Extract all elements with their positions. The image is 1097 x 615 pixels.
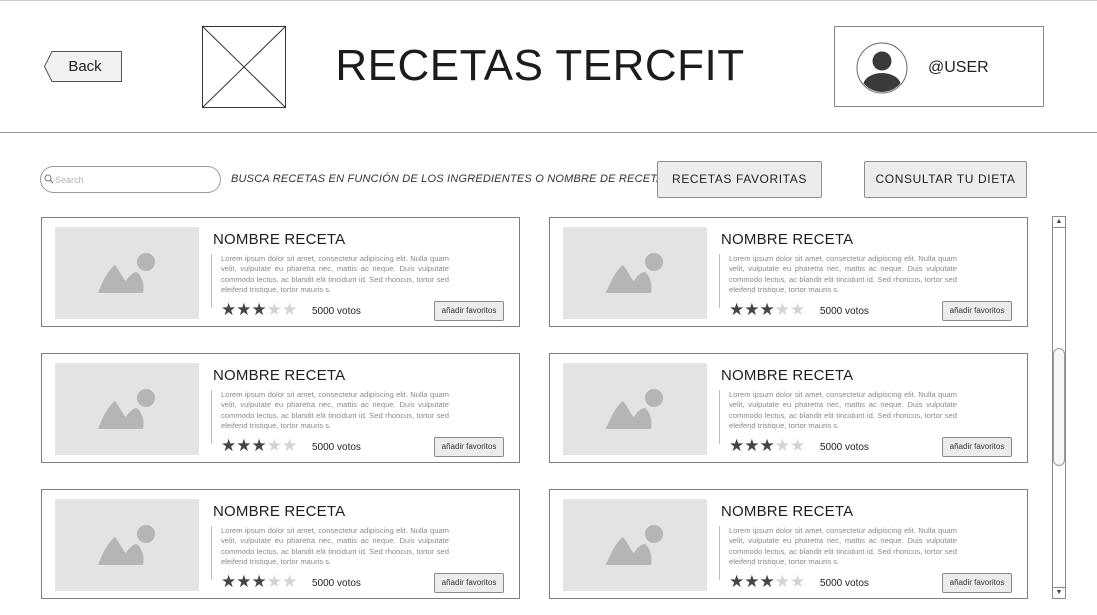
- rating-stars[interactable]: ★★★★★: [221, 301, 297, 318]
- vote-count: 5000 votos: [820, 306, 869, 317]
- rating-stars[interactable]: ★★★★★: [729, 301, 805, 318]
- star-icon[interactable]: ★: [744, 436, 759, 455]
- recipe-name: NOMBRE RECETA: [213, 367, 346, 384]
- star-icon[interactable]: ★: [236, 300, 251, 319]
- search-field[interactable]: [40, 166, 221, 193]
- recipe-name: NOMBRE RECETA: [721, 367, 854, 384]
- star-icon[interactable]: ★: [282, 436, 297, 455]
- rating-stars[interactable]: ★★★★★: [221, 573, 297, 590]
- image-placeholder-icon: [55, 499, 199, 591]
- rating-stars[interactable]: ★★★★★: [729, 573, 805, 590]
- page-title: RECETAS TERCFIT: [335, 41, 745, 90]
- scroll-down-icon[interactable]: ▼: [1053, 587, 1065, 598]
- add-favorite-button[interactable]: añadir favoritos: [434, 301, 504, 321]
- star-icon[interactable]: ★: [744, 300, 759, 319]
- star-icon[interactable]: ★: [221, 300, 236, 319]
- image-placeholder-icon: [563, 499, 707, 591]
- star-icon[interactable]: ★: [221, 436, 236, 455]
- recipe-name: NOMBRE RECETA: [721, 503, 854, 520]
- star-icon[interactable]: ★: [252, 436, 267, 455]
- check-diet-button[interactable]: CONSULTAR TU DIETA: [864, 161, 1027, 198]
- add-favorite-button[interactable]: añadir favoritos: [434, 437, 504, 457]
- star-icon[interactable]: ★: [282, 572, 297, 591]
- star-icon[interactable]: ★: [790, 572, 805, 591]
- star-icon[interactable]: ★: [267, 436, 282, 455]
- star-icon[interactable]: ★: [267, 300, 282, 319]
- add-favorite-button[interactable]: añadir favoritos: [942, 437, 1012, 457]
- add-favorite-button[interactable]: añadir favoritos: [942, 573, 1012, 593]
- user-profile[interactable]: @USER: [834, 26, 1044, 107]
- star-icon[interactable]: ★: [252, 572, 267, 591]
- image-placeholder-icon: [563, 363, 707, 455]
- star-icon[interactable]: ★: [760, 300, 775, 319]
- recipe-card[interactable]: NOMBRE RECETA Lorem ipsum dolor sit amet,…: [549, 217, 1028, 327]
- username: @USER: [928, 59, 989, 76]
- star-icon[interactable]: ★: [775, 436, 790, 455]
- recipe-card[interactable]: NOMBRE RECETA Lorem ipsum dolor sit amet,…: [41, 217, 520, 327]
- vote-count: 5000 votos: [312, 306, 361, 317]
- recipe-card[interactable]: NOMBRE RECETA Lorem ipsum dolor sit amet,…: [41, 353, 520, 463]
- rating-stars[interactable]: ★★★★★: [221, 437, 297, 454]
- star-icon[interactable]: ★: [729, 572, 744, 591]
- recipe-card[interactable]: NOMBRE RECETA Lorem ipsum dolor sit amet,…: [549, 489, 1028, 599]
- recipe-name: NOMBRE RECETA: [213, 503, 346, 520]
- add-favorite-button[interactable]: añadir favoritos: [434, 573, 504, 593]
- back-button-label: Back: [68, 58, 102, 75]
- back-button[interactable]: Back: [44, 51, 122, 82]
- star-icon[interactable]: ★: [744, 572, 759, 591]
- vote-count: 5000 votos: [312, 442, 361, 453]
- recipe-name: NOMBRE RECETA: [721, 231, 854, 248]
- star-icon[interactable]: ★: [790, 436, 805, 455]
- favorite-recipes-button[interactable]: RECETAS FAVORITAS: [657, 161, 822, 198]
- star-icon[interactable]: ★: [775, 300, 790, 319]
- star-icon[interactable]: ★: [760, 572, 775, 591]
- vote-count: 5000 votos: [820, 442, 869, 453]
- star-icon[interactable]: ★: [790, 300, 805, 319]
- search-hint: BUSCA RECETAS EN FUNCIÓN DE LOS INGREDIE…: [231, 173, 664, 185]
- star-icon[interactable]: ★: [221, 572, 236, 591]
- vertical-scrollbar[interactable]: ▲ ▼: [1052, 216, 1066, 599]
- app-header: Back RECETAS TERCFIT @USER: [0, 0, 1097, 133]
- recipe-card[interactable]: NOMBRE RECETA Lorem ipsum dolor sit amet,…: [41, 489, 520, 599]
- star-icon[interactable]: ★: [729, 436, 744, 455]
- recipe-card[interactable]: NOMBRE RECETA Lorem ipsum dolor sit amet,…: [549, 353, 1028, 463]
- star-icon[interactable]: ★: [760, 436, 775, 455]
- vote-count: 5000 votos: [312, 578, 361, 589]
- search-icon: [44, 174, 54, 184]
- rating-stars[interactable]: ★★★★★: [729, 437, 805, 454]
- image-placeholder-icon: [563, 227, 707, 319]
- image-placeholder-icon: [55, 227, 199, 319]
- search-input[interactable]: [55, 171, 215, 188]
- logo-placeholder-icon: [202, 26, 286, 108]
- vote-count: 5000 votos: [820, 578, 869, 589]
- star-icon[interactable]: ★: [729, 300, 744, 319]
- star-icon[interactable]: ★: [267, 572, 282, 591]
- add-favorite-button[interactable]: añadir favoritos: [942, 301, 1012, 321]
- scroll-thumb[interactable]: [1053, 348, 1065, 466]
- recipe-name: NOMBRE RECETA: [213, 231, 346, 248]
- image-placeholder-icon: [55, 363, 199, 455]
- star-icon[interactable]: ★: [282, 300, 297, 319]
- star-icon[interactable]: ★: [252, 300, 267, 319]
- scroll-up-icon[interactable]: ▲: [1053, 217, 1065, 228]
- star-icon[interactable]: ★: [775, 572, 790, 591]
- star-icon[interactable]: ★: [236, 436, 251, 455]
- star-icon[interactable]: ★: [236, 572, 251, 591]
- user-avatar-icon: [856, 42, 908, 94]
